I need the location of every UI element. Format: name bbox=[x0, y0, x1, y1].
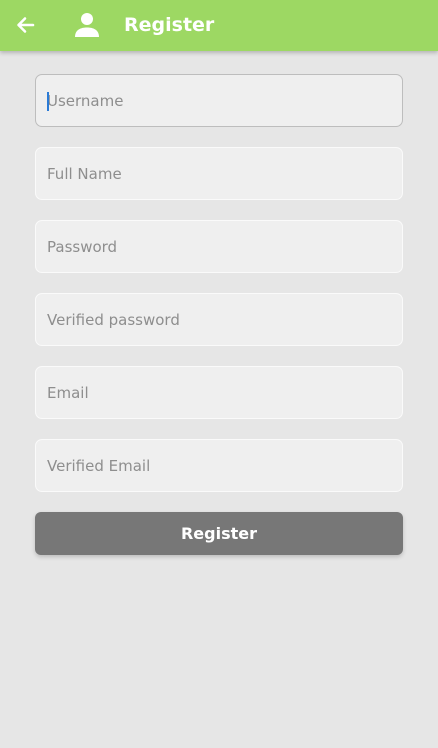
full-name-input[interactable] bbox=[36, 148, 402, 199]
username-field[interactable] bbox=[35, 74, 403, 127]
register-button[interactable]: Register bbox=[35, 512, 403, 555]
full-name-field[interactable] bbox=[35, 147, 403, 200]
page-title: Register bbox=[124, 14, 215, 36]
verified-email-input[interactable] bbox=[36, 440, 402, 491]
email-field[interactable] bbox=[35, 366, 403, 419]
text-caret bbox=[47, 92, 49, 111]
arrow-left-icon bbox=[17, 17, 35, 33]
verified-password-field[interactable] bbox=[35, 293, 403, 346]
email-input[interactable] bbox=[36, 367, 402, 418]
password-field[interactable] bbox=[35, 220, 403, 273]
verified-email-field[interactable] bbox=[35, 439, 403, 492]
app-bar: Register bbox=[0, 0, 438, 51]
verified-password-input[interactable] bbox=[36, 294, 402, 345]
password-input[interactable] bbox=[36, 221, 402, 272]
register-form: Register bbox=[35, 74, 403, 555]
back-button[interactable] bbox=[12, 11, 40, 39]
person-icon bbox=[72, 10, 102, 40]
username-input[interactable] bbox=[36, 75, 402, 126]
